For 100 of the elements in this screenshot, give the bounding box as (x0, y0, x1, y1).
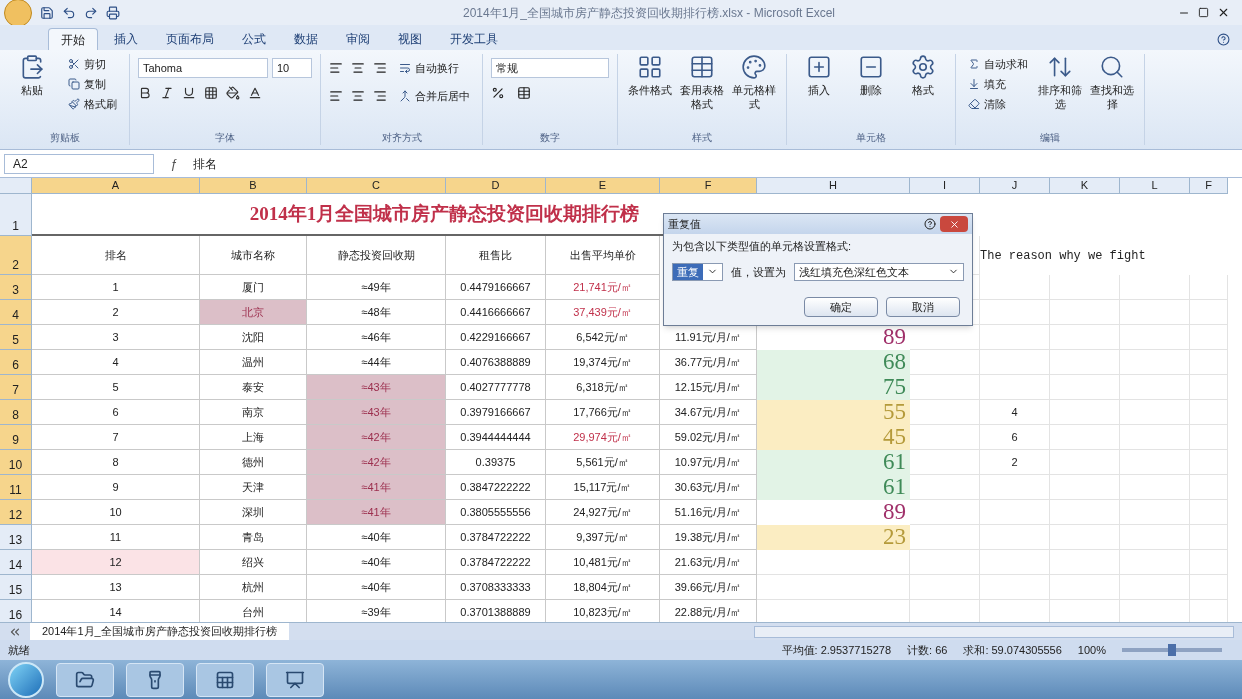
ribbon-button[interactable]: 删除 (847, 54, 895, 98)
column-header[interactable]: B (200, 178, 307, 194)
percent-icon[interactable] (491, 86, 505, 100)
row-header[interactable]: 15 (0, 575, 32, 600)
row-header[interactable]: 5 (0, 325, 32, 350)
column-header[interactable]: L (1120, 178, 1190, 194)
ribbon-button[interactable]: 插入 (795, 54, 843, 98)
zoom-thumb[interactable] (1168, 644, 1176, 656)
column-header[interactable]: A (32, 178, 200, 194)
row-header[interactable]: 10 (0, 450, 32, 475)
column-header[interactable]: H (757, 178, 910, 194)
format-select[interactable]: 浅红填充色深红色文本 (794, 262, 964, 281)
format-icon[interactable] (226, 86, 240, 100)
ribbon-button[interactable]: 查找和选择 (1088, 54, 1136, 114)
ribbon-tab[interactable]: 开始 (48, 28, 98, 50)
formula-field[interactable]: 排名 (193, 153, 1238, 174)
taskbar-button[interactable] (56, 662, 114, 697)
toolbar-icon[interactable] (106, 5, 120, 20)
dialog-button[interactable]: 确定 (804, 297, 878, 317)
help-icon[interactable] (1217, 33, 1230, 46)
toolbar-icon[interactable] (40, 5, 54, 20)
format-icon[interactable] (204, 86, 218, 100)
row-header[interactable]: 3 (0, 275, 32, 300)
ribbon-button[interactable]: 格式 (899, 54, 947, 98)
name-box[interactable]: A2 (4, 153, 154, 174)
row-header[interactable]: 8 (0, 400, 32, 425)
ribbon-button[interactable]: 复制 (64, 74, 121, 94)
ribbon-tab[interactable]: 视图 (386, 28, 434, 50)
ribbon-tab[interactable]: 开发工具 (438, 28, 510, 50)
score-cell: 45 (757, 425, 910, 450)
column-header[interactable]: D (446, 178, 546, 194)
font-name-field[interactable]: Tahoma (138, 58, 268, 78)
align-icon[interactable] (373, 89, 387, 103)
number-format-field[interactable]: 常规 (491, 58, 609, 78)
row-header[interactable]: 1 (0, 194, 32, 236)
empty-cell (1190, 375, 1228, 400)
row-header[interactable]: 6 (0, 350, 32, 375)
align-icon[interactable] (329, 61, 343, 75)
column-header[interactable]: C (307, 178, 446, 194)
ribbon-button[interactable]: 填充 (964, 74, 1032, 94)
table-cell: 17,766元/㎡ (546, 400, 660, 425)
row-header[interactable]: 14 (0, 550, 32, 575)
ribbon-tab[interactable]: 公式 (230, 28, 278, 50)
row-header[interactable]: 13 (0, 525, 32, 550)
align-icon[interactable] (373, 61, 387, 75)
format-icon[interactable] (182, 86, 196, 100)
taskbar-button[interactable] (266, 662, 324, 697)
ribbon-button[interactable]: 剪切 (64, 54, 121, 74)
empty-cell (1050, 500, 1120, 525)
table-cell: 4 (980, 400, 1050, 425)
ribbon-button[interactable]: 排序和筛选 (1036, 54, 1084, 114)
font-size-field[interactable]: 10 (272, 58, 312, 78)
type-select[interactable]: 重复 (672, 262, 723, 281)
ribbon-button[interactable]: 清除 (964, 94, 1032, 114)
align-icon[interactable] (351, 61, 365, 75)
start-button[interactable] (8, 661, 44, 698)
row-header[interactable]: 16 (0, 600, 32, 622)
align-icon[interactable] (329, 89, 343, 103)
ribbon-button[interactable]: 套用表格格式 (678, 54, 726, 112)
format-icon[interactable] (138, 86, 152, 100)
align-icon[interactable] (351, 89, 365, 103)
ribbon-tab[interactable]: 数据 (282, 28, 330, 50)
column-header[interactable]: E (546, 178, 660, 194)
ribbon-button[interactable]: 条件格式 (626, 54, 674, 112)
format-icon[interactable] (248, 86, 262, 100)
function-button[interactable]: ƒ (162, 153, 186, 174)
close-button[interactable] (940, 216, 968, 232)
column-header[interactable]: J (980, 178, 1050, 194)
ribbon-button[interactable]: 合并后居中 (395, 86, 474, 106)
ribbon-button[interactable]: 单元格样式 (730, 54, 778, 112)
empty-cell (980, 325, 1050, 350)
column-header[interactable]: F (660, 178, 757, 194)
horizontal-scrollbar[interactable] (754, 625, 1234, 638)
ribbon-tab[interactable]: 审阅 (334, 28, 382, 50)
ribbon-button[interactable]: 粘贴 (8, 54, 56, 114)
column-header[interactable]: I (910, 178, 980, 194)
row-header[interactable]: 12 (0, 500, 32, 525)
taskbar-button[interactable] (126, 662, 184, 697)
toolbar-icon[interactable] (84, 5, 98, 20)
taskbar-button[interactable] (196, 662, 254, 697)
row-header[interactable]: 11 (0, 475, 32, 500)
row-header[interactable]: 4 (0, 300, 32, 325)
column-header[interactable]: F (1190, 178, 1228, 194)
sheet-tab[interactable]: 2014年1月_全国城市房产静态投资回收期排行榜 (30, 623, 289, 640)
row-header[interactable]: 9 (0, 425, 32, 450)
dialog-button[interactable]: 取消 (886, 297, 960, 317)
table-icon[interactable] (517, 86, 531, 100)
ribbon-button[interactable]: 格式刷 (64, 94, 121, 114)
close-icon[interactable] (1217, 6, 1230, 19)
ribbon-button[interactable]: 自动换行 (395, 58, 463, 78)
ribbon-tab[interactable]: 页面布局 (154, 28, 226, 50)
toolbar-icon[interactable] (62, 5, 76, 20)
format-icon[interactable] (160, 86, 174, 100)
column-header[interactable]: K (1050, 178, 1120, 194)
ribbon-button[interactable]: 自动求和 (964, 54, 1032, 74)
row-header[interactable]: 7 (0, 375, 32, 400)
help-icon[interactable] (924, 218, 936, 230)
row-header[interactable]: 2 (0, 236, 32, 275)
maximize-icon[interactable] (1198, 7, 1209, 18)
ribbon-tab[interactable]: 插入 (102, 28, 150, 50)
